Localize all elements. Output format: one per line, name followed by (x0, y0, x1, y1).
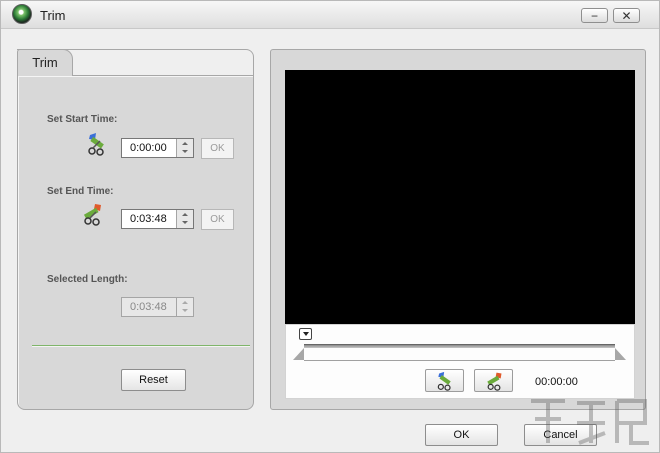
start-time-stepper[interactable] (176, 139, 193, 157)
chevron-down-icon (182, 309, 188, 312)
tab-trim[interactable]: Trim (17, 49, 73, 76)
scissors-start-icon (437, 371, 451, 391)
start-time-input[interactable]: 0:00:00 (121, 138, 194, 158)
start-marker-handle[interactable] (293, 348, 304, 360)
trim-settings-panel (17, 75, 254, 410)
close-button[interactable]: ✕ (613, 8, 640, 23)
end-ok-button[interactable]: OK (201, 209, 234, 230)
set-start-marker-button[interactable] (425, 369, 464, 392)
divider (32, 345, 250, 347)
start-time-label: Set Start Time: (47, 114, 118, 125)
reset-button[interactable]: Reset (121, 369, 186, 391)
start-ok-button[interactable]: OK (201, 138, 234, 159)
playhead-handle[interactable] (299, 328, 312, 340)
selected-length-label: Selected Length: (47, 274, 128, 285)
chevron-up-icon (182, 301, 188, 304)
chevron-up-icon[interactable] (182, 213, 188, 216)
minimize-button[interactable]: − (581, 8, 608, 23)
selected-length-stepper (176, 298, 193, 316)
end-marker-handle[interactable] (615, 348, 626, 360)
timeline-baseline (304, 360, 615, 361)
scissors-end-icon (487, 372, 502, 391)
chevron-down-icon[interactable] (182, 150, 188, 153)
scissors-end-icon (83, 204, 101, 226)
set-end-marker-button[interactable] (474, 369, 513, 392)
start-time-value: 0:00:00 (130, 142, 167, 154)
selected-length-field: 0:03:48 (121, 297, 194, 317)
timeline-track[interactable] (304, 344, 615, 348)
ok-button[interactable]: OK (425, 424, 498, 446)
chevron-up-icon[interactable] (182, 142, 188, 145)
end-time-label: Set End Time: (47, 186, 114, 197)
app-logo-icon (12, 4, 32, 24)
scissors-start-icon (88, 133, 104, 156)
title-bar: Trim − ✕ (1, 1, 659, 29)
end-time-stepper[interactable] (176, 210, 193, 228)
selected-length-value: 0:03:48 (130, 301, 167, 313)
watermark-logo-icon (531, 399, 649, 445)
trim-dialog: Trim − ✕ Trim Set Start Time: 0:00:00 OK… (0, 0, 660, 453)
end-time-value: 0:03:48 (130, 213, 167, 225)
current-time-readout: 00:00:00 (535, 376, 578, 388)
chevron-down-icon[interactable] (182, 221, 188, 224)
end-time-input[interactable]: 0:03:48 (121, 209, 194, 229)
video-preview (285, 70, 635, 324)
window-title: Trim (40, 8, 66, 23)
